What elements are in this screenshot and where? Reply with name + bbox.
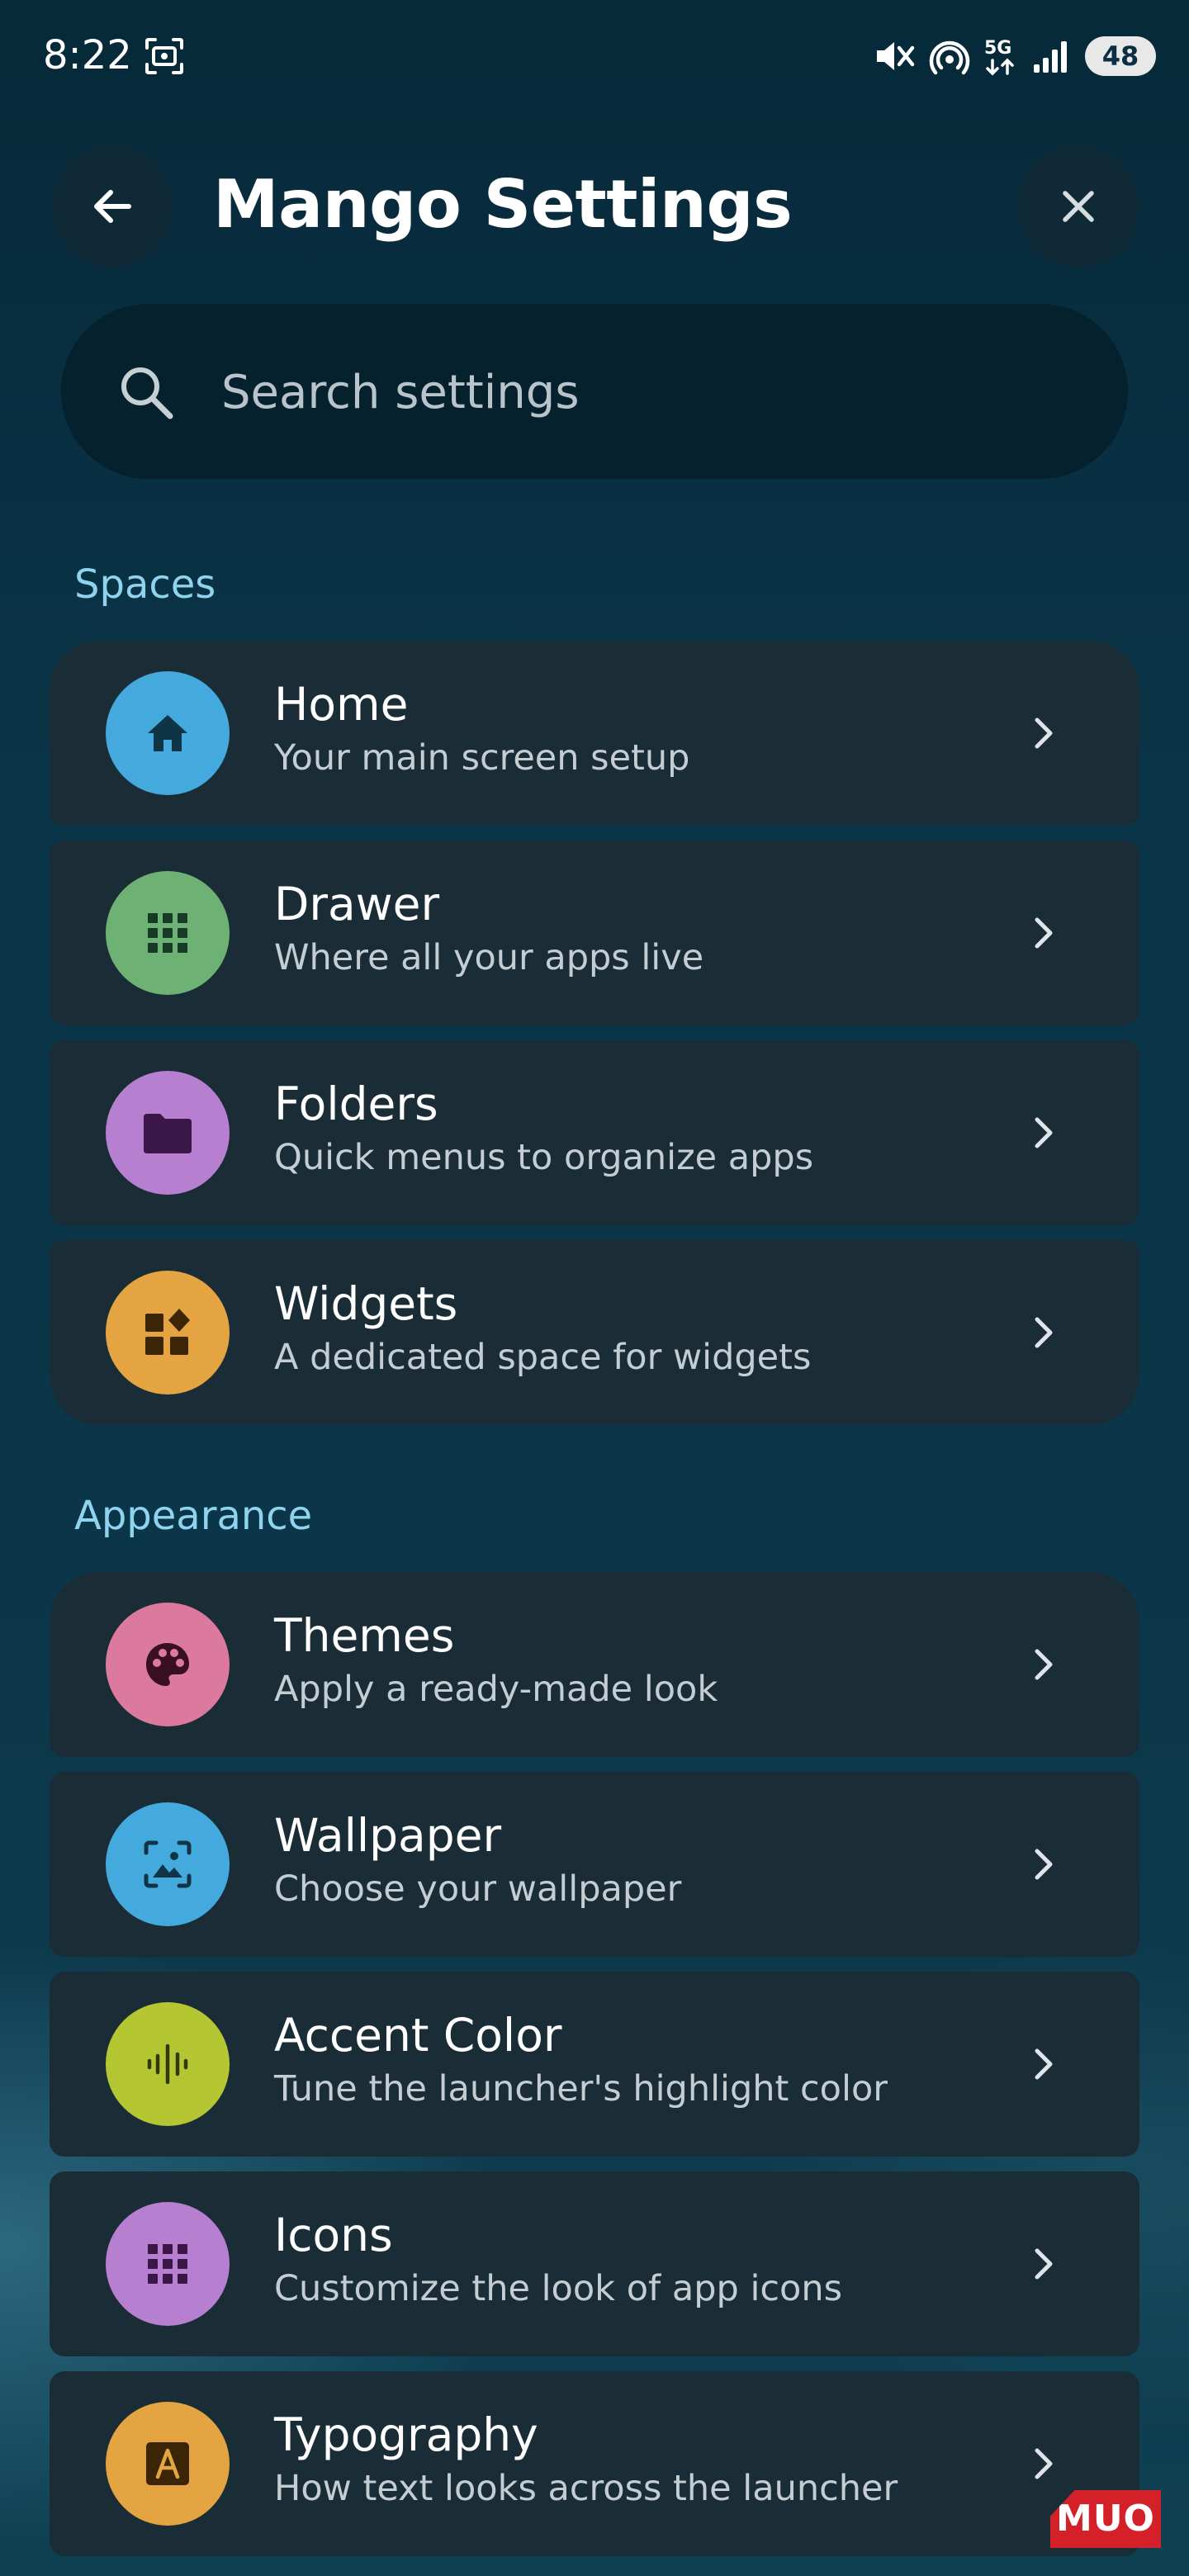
chevron-right-icon: [1035, 2048, 1053, 2080]
chevron-right-icon: [1035, 917, 1053, 949]
item-title: Accent Color: [274, 2009, 562, 2062]
search-icon: [121, 367, 173, 419]
close-icon: [1063, 191, 1094, 222]
item-subtitle: How text looks across the launcher: [274, 2468, 898, 2509]
chevron-right-icon: [1035, 1849, 1053, 1880]
grid-icon: [148, 913, 187, 953]
status-bar: 8:22 5G 48: [0, 0, 1189, 107]
item-icon-wallpaper: [106, 1802, 230, 1926]
5g-icon: 5G: [984, 38, 1014, 76]
item-icon-icons: [106, 2202, 230, 2326]
item-subtitle: A dedicated space for widgets: [274, 1337, 812, 1378]
item-title: Typography: [274, 2408, 538, 2461]
close-button[interactable]: [1017, 145, 1139, 268]
item-subtitle: Where all your apps live: [274, 937, 704, 978]
muo-watermark: MUO: [1050, 2490, 1161, 2548]
chevron-right-icon: [1035, 1317, 1053, 1348]
item-title: Widgets: [274, 1277, 458, 1330]
chevron-right-icon: [1035, 2448, 1053, 2479]
chevron-right-icon: [1035, 1117, 1053, 1148]
settings-item-folders[interactable]: Folders Quick menus to organize apps: [50, 1040, 1139, 1225]
item-icon-drawer: [106, 871, 230, 995]
item-icon-typography: [106, 2402, 230, 2526]
settings-group-appearance: Themes Apply a ready-made look Wallpaper…: [50, 1572, 1139, 2571]
item-subtitle: Apply a ready-made look: [274, 1669, 718, 1710]
folder-icon: [144, 1114, 192, 1153]
signal-icon: [1034, 41, 1067, 73]
item-subtitle: Customize the look of app icons: [274, 2268, 843, 2309]
item-icon-accent-color: [106, 2002, 230, 2126]
chevron-right-icon: [1035, 2248, 1053, 2280]
arrow-left-icon: [94, 190, 131, 223]
item-title: Wallpaper: [274, 1809, 502, 1862]
page-title: Mango Settings: [213, 166, 793, 243]
settings-item-typography[interactable]: Typography How text looks across the lau…: [50, 2371, 1139, 2556]
search-input[interactable]: [221, 355, 964, 429]
status-icons: 5G 48: [874, 33, 1156, 79]
item-title: Home: [274, 678, 409, 731]
settings-item-widgets[interactable]: Widgets A dedicated space for widgets: [50, 1240, 1139, 1425]
item-subtitle: Choose your wallpaper: [274, 1868, 682, 1910]
item-icon-home: [106, 671, 230, 795]
waveform-icon: [147, 2043, 188, 2085]
section-header-spaces: Spaces: [74, 561, 216, 608]
mute-icon: [877, 42, 915, 70]
chevron-right-icon: [1035, 1649, 1053, 1680]
settings-item-wallpaper[interactable]: Wallpaper Choose your wallpaper: [50, 1772, 1139, 1957]
item-title: Folders: [274, 1077, 438, 1130]
settings-item-icons[interactable]: Icons Customize the look of app icons: [50, 2171, 1139, 2356]
settings-group-spaces: Home Your main screen setup Drawer Where…: [50, 641, 1139, 1440]
item-subtitle: Tune the launcher's highlight color: [274, 2068, 888, 2110]
section-header-appearance: Appearance: [74, 1493, 313, 1539]
screenshot-icon: [145, 38, 183, 74]
home-icon: [148, 715, 187, 751]
item-subtitle: Your main screen setup: [274, 737, 690, 779]
item-title: Drawer: [274, 878, 440, 930]
item-title: Icons: [274, 2209, 393, 2261]
grid-icon: [148, 2244, 187, 2284]
item-icon-widgets: [106, 1271, 230, 1395]
font-icon: [146, 2442, 189, 2485]
svg-text:5G: 5G: [984, 38, 1011, 59]
item-icon-folders: [106, 1071, 230, 1195]
palette-icon: [146, 1643, 189, 1686]
battery-indicator: 48: [1085, 36, 1156, 76]
hotspot-icon: [929, 40, 970, 75]
back-button[interactable]: [51, 145, 173, 268]
status-time: 8:22: [43, 32, 132, 78]
wallpaper-icon: [144, 1840, 192, 1888]
item-icon-themes: [106, 1603, 230, 1726]
chevron-right-icon: [1035, 717, 1053, 749]
settings-item-themes[interactable]: Themes Apply a ready-made look: [50, 1572, 1139, 1757]
item-subtitle: Quick menus to organize apps: [274, 1137, 814, 1178]
item-title: Themes: [274, 1609, 455, 1662]
widgets-icon: [145, 1309, 190, 1355]
settings-item-accent-color[interactable]: Accent Color Tune the launcher's highlig…: [50, 1972, 1139, 2157]
settings-item-drawer[interactable]: Drawer Where all your apps live: [50, 841, 1139, 1025]
settings-item-home[interactable]: Home Your main screen setup: [50, 641, 1139, 826]
